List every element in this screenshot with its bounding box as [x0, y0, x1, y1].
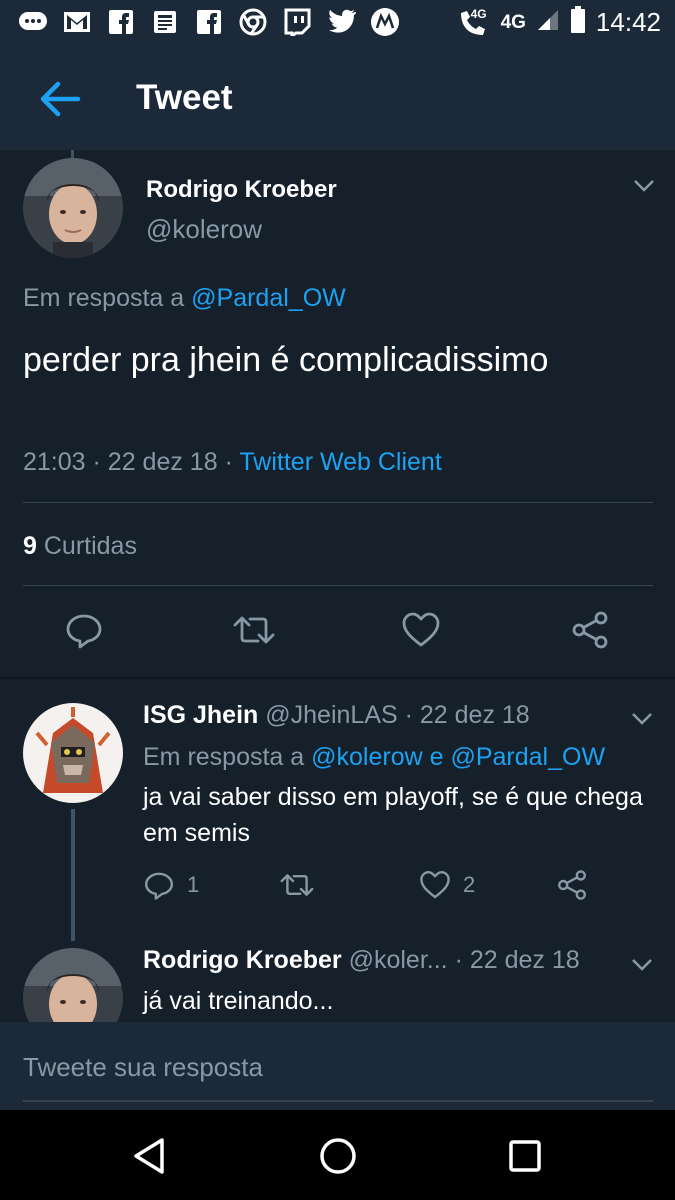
motorola-icon [370, 7, 400, 37]
likes-label: Curtidas [43, 532, 137, 560]
tweet-date: 22 dez 18 [107, 448, 218, 476]
tweet-text: perder pra jhein é complicadissimo [23, 341, 549, 379]
tweet-text: já vai treinando... [143, 987, 334, 1015]
system-indicators: 4G 4G 14:42 [457, 6, 661, 39]
likes-count: 9 [23, 532, 37, 560]
chevron-down-icon[interactable] [630, 957, 654, 973]
notification-icons [18, 7, 400, 37]
like-count: 2 [463, 872, 476, 897]
divider [23, 502, 653, 503]
tweet-actions [0, 610, 675, 654]
meta-separator: · [224, 448, 233, 476]
author-name[interactable]: Rodrigo Kroeber [146, 176, 337, 204]
chrome-icon [238, 7, 268, 37]
share-action[interactable] [556, 869, 588, 901]
tweet-date: · 22 dez 18 [404, 701, 530, 729]
home-nav-icon[interactable] [316, 1134, 360, 1178]
retweet-icon [280, 874, 314, 896]
chat-icon [18, 7, 48, 37]
app-bar: Tweet [0, 46, 675, 150]
reply-icon[interactable] [64, 610, 104, 650]
compose-bar: Tweete sua resposta [0, 1022, 675, 1110]
share-icon[interactable] [570, 610, 610, 650]
reply-prefix: Em resposta a [23, 284, 185, 312]
status-bar: 4G 4G 14:42 [0, 0, 675, 46]
reply-prefix: Em resposta a [143, 743, 305, 771]
reply-mention-link[interactable]: @kolerow e @Pardal_OW [311, 743, 605, 771]
tweet-source-link[interactable]: Twitter Web Client [239, 448, 441, 476]
reply-input[interactable]: Tweete sua resposta [23, 1052, 263, 1083]
divider [23, 585, 653, 586]
twitch-icon [282, 7, 312, 37]
reply-context: Em resposta a @Pardal_OW [23, 284, 346, 313]
call-network-label: 4G [470, 6, 487, 21]
twitter-icon [326, 7, 356, 37]
reply-icon [145, 872, 173, 900]
gmail-icon [62, 7, 92, 37]
author-handle[interactable]: @koler... [349, 946, 448, 974]
heart-icon [420, 871, 450, 899]
likes-summary[interactable]: 9 Curtidas [23, 532, 137, 561]
heart-icon[interactable] [401, 610, 441, 650]
input-underline [23, 1100, 653, 1102]
meta-separator: · [92, 448, 101, 476]
signal-icon [536, 8, 560, 37]
reply-header: ISG Jhein @JheinLAS · 22 dez 18 [143, 701, 530, 730]
recents-nav-icon[interactable] [503, 1134, 547, 1178]
retweet-icon[interactable] [232, 610, 275, 650]
avatar[interactable] [23, 158, 123, 258]
author-name[interactable]: ISG Jhein [143, 701, 258, 729]
arrow-left-icon[interactable] [36, 76, 82, 122]
chevron-down-icon[interactable] [632, 178, 656, 194]
author-handle[interactable]: @JheinLAS [265, 701, 397, 729]
network-type: 4G [500, 11, 526, 33]
chevron-down-icon[interactable] [630, 711, 654, 727]
facebook-icon [106, 7, 136, 37]
tweet-meta: 21:03 · 22 dez 18 · Twitter Web Client [23, 448, 442, 477]
wifi-call-icon: 4G [457, 7, 491, 39]
share-icon [558, 870, 586, 900]
like-action[interactable]: 2 [419, 869, 475, 901]
tweet-actions: 1 2 [143, 869, 643, 903]
main-tweet: Rodrigo Kroeber @kolerow Em resposta a @… [0, 150, 675, 678]
author-handle[interactable]: @kolerow [146, 214, 262, 245]
retweet-action[interactable] [279, 869, 327, 901]
system-nav-bar [0, 1110, 675, 1200]
reply-context: Em resposta a @kolerow e @Pardal_OW [143, 743, 605, 772]
reply-mention-link[interactable]: @Pardal_OW [191, 284, 346, 312]
author-name[interactable]: Rodrigo Kroeber [143, 946, 342, 974]
avatar[interactable] [23, 948, 123, 1022]
reply-action[interactable]: 1 [143, 869, 199, 901]
thread-line [71, 809, 75, 941]
battery-icon [570, 6, 586, 39]
reply-tweet[interactable]: Rodrigo Kroeber @koler... · 22 dez 18 já… [0, 941, 675, 1022]
avatar[interactable] [23, 703, 123, 803]
tweet-text: ja vai saber disso em playoff, se é que … [143, 783, 643, 847]
reply-tweet[interactable]: ISG Jhein @JheinLAS · 22 dez 18 Em respo… [0, 679, 675, 941]
back-nav-icon[interactable] [128, 1134, 172, 1178]
clock: 14:42 [595, 7, 661, 37]
facebook-icon [194, 7, 224, 37]
reply-count: 1 [187, 872, 200, 897]
news-icon [150, 7, 180, 37]
tweet-time: 21:03 [23, 448, 86, 476]
page-title: Tweet [136, 78, 233, 117]
reply-header: Rodrigo Kroeber @koler... · 22 dez 18 [143, 946, 580, 975]
tweet-date: · 22 dez 18 [454, 946, 580, 974]
